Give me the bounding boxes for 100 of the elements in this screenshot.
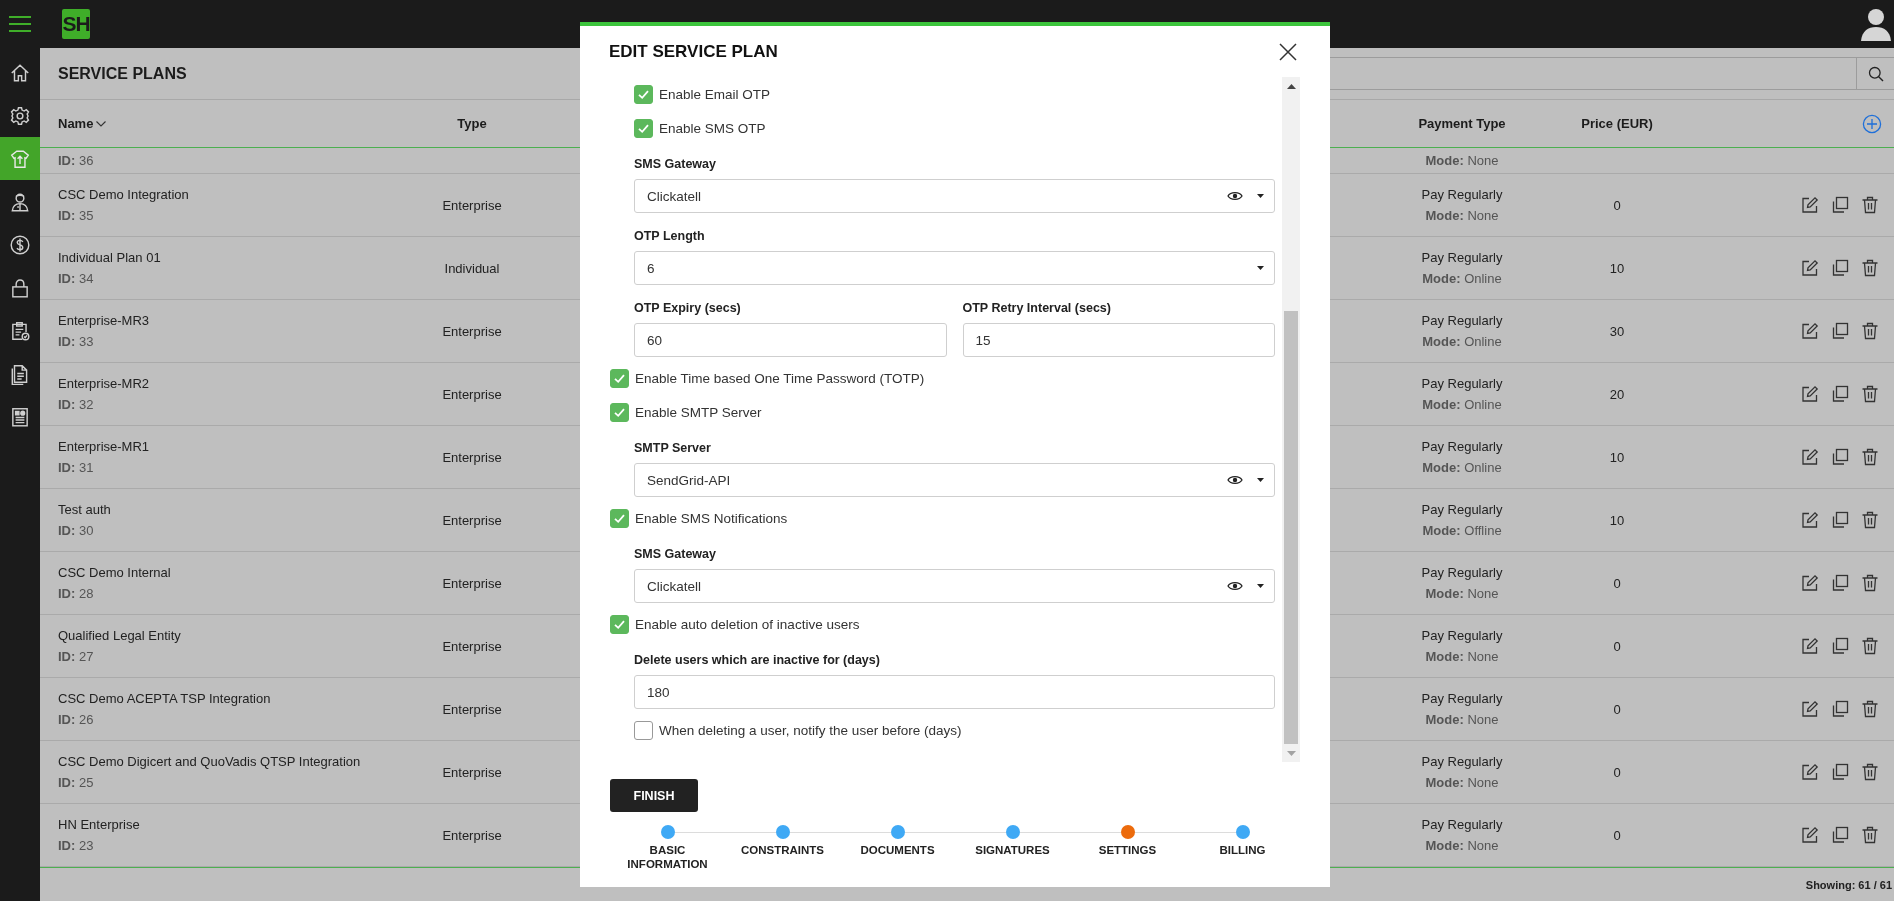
checkbox[interactable] [634,118,653,138]
edit-button[interactable] [1800,321,1820,341]
plan-id: ID: 34 [58,271,95,286]
input-field[interactable]: 60 [634,323,947,357]
input-field[interactable]: 180 [634,675,1275,709]
plan-name: CSC Demo Internal [58,565,172,580]
copy-button[interactable] [1830,321,1850,341]
dropdown-field[interactable]: SendGrid-API [634,463,1275,497]
payment-mode: Mode: None [1425,649,1499,664]
avatar-icon[interactable] [1860,7,1892,41]
checkbox-label[interactable]: Enable SMS OTP [659,120,766,136]
edit-button[interactable] [1800,447,1820,467]
step-dot[interactable] [1120,825,1135,839]
column-header[interactable]: Name [58,116,94,131]
column-header: Payment Type [1418,116,1506,131]
step-label[interactable]: BILLING [1192,843,1293,857]
plan-type: Individual [444,260,500,276]
step-dot[interactable] [890,825,905,839]
edit-button[interactable] [1800,384,1820,404]
checkbox[interactable] [610,508,629,528]
checkbox-label[interactable]: Enable SMS Notifications [635,510,788,526]
delete-button[interactable] [1860,447,1880,467]
copy-button[interactable] [1830,447,1850,467]
plan-name: Enterprise-MR3 [58,313,151,328]
logo[interactable]: SH [62,9,90,39]
delete-button[interactable] [1860,699,1880,719]
add-icon[interactable] [1862,113,1882,134]
delete-button[interactable] [1860,762,1880,782]
checkbox-label[interactable]: When deleting a user, notify the user before (days) [659,722,962,738]
step-dot[interactable] [1005,825,1020,839]
copy-button[interactable] [1830,258,1850,278]
edit-button[interactable] [1800,195,1820,215]
step-label[interactable]: CONSTRAINTS [732,843,833,857]
checkbox[interactable] [610,614,629,634]
edit-button[interactable] [1800,699,1820,719]
delete-button[interactable] [1860,195,1880,215]
copy-button[interactable] [1830,510,1850,530]
step-label[interactable]: SIGNATURES [962,843,1063,857]
lock-icon [9,276,31,299]
menu-icon[interactable] [9,16,31,32]
edit-button[interactable] [1800,636,1820,656]
plan-id: ID: 35 [58,208,95,223]
delete-button[interactable] [1860,825,1880,845]
edit-button[interactable] [1800,510,1820,530]
delete-button[interactable] [1860,573,1880,593]
copy-button[interactable] [1830,384,1850,404]
checkbox-label[interactable]: Enable auto deletion of inactive users [635,616,860,632]
eye-icon[interactable] [1227,190,1243,202]
copy-button[interactable] [1830,195,1850,215]
copy-button[interactable] [1830,573,1850,593]
eye-icon[interactable] [1227,580,1243,592]
record-count: Showing: 61 / 61 [1805,878,1892,891]
payment-type: Pay Regularly [1421,250,1503,265]
price: 10 [1609,512,1625,528]
copy-button[interactable] [1830,762,1850,782]
edit-button[interactable] [1800,573,1820,593]
delete-button[interactable] [1860,384,1880,404]
price: 30 [1609,323,1625,339]
step-label[interactable]: BASIC INFORMATION [617,843,718,871]
edit-button[interactable] [1800,825,1820,845]
delete-button[interactable] [1860,258,1880,278]
checkbox[interactable] [634,84,653,104]
checkbox-label[interactable]: Enable Time based One Time Password (TOTP) [635,370,925,386]
step-label[interactable]: DOCUMENTS [847,843,948,857]
plan-type: Enterprise [442,323,502,339]
copy-button[interactable] [1830,699,1850,719]
step-label[interactable]: SETTINGS [1077,843,1178,857]
eye-icon[interactable] [1227,474,1243,486]
delete-button[interactable] [1860,510,1880,530]
dropdown-field[interactable]: Clickatell [634,179,1275,213]
finish-button[interactable]: FINISH [610,779,698,812]
checkbox-label[interactable]: Enable SMTP Server [635,404,762,420]
scrollbar[interactable] [1282,77,1300,762]
payment-mode: Mode: Online [1422,460,1502,475]
step-dot[interactable] [1235,825,1250,839]
close-button[interactable] [1278,42,1298,62]
copy-button[interactable] [1830,636,1850,656]
plan-type: Enterprise [442,638,502,654]
plan-type: Enterprise [442,512,502,528]
checkbox-label[interactable]: Enable Email OTP [659,86,771,102]
dropdown-field[interactable]: Clickatell [634,569,1275,603]
edit-icon [1800,447,1820,467]
checkbox[interactable] [610,402,629,422]
plan-name: CSC Demo Digicert and QuoVadis QTSP Integration [58,754,362,769]
step-dot[interactable] [775,825,790,839]
delete-button[interactable] [1860,636,1880,656]
trash-icon [1860,447,1880,467]
checkbox[interactable] [634,720,653,740]
edit-button[interactable] [1800,258,1820,278]
delete-button[interactable] [1860,321,1880,341]
step-dot[interactable] [660,825,675,839]
input-field[interactable]: 15 [962,323,1275,357]
scroll-up-icon[interactable] [1286,83,1296,89]
scrollbar-thumb[interactable] [1284,311,1298,744]
copy-button[interactable] [1830,825,1850,845]
dropdown-field[interactable]: 6 [634,251,1275,285]
edit-button[interactable] [1800,762,1820,782]
checkbox[interactable] [610,368,629,388]
field-label: SMS Gateway [634,156,717,173]
copy-icon [1830,384,1850,404]
